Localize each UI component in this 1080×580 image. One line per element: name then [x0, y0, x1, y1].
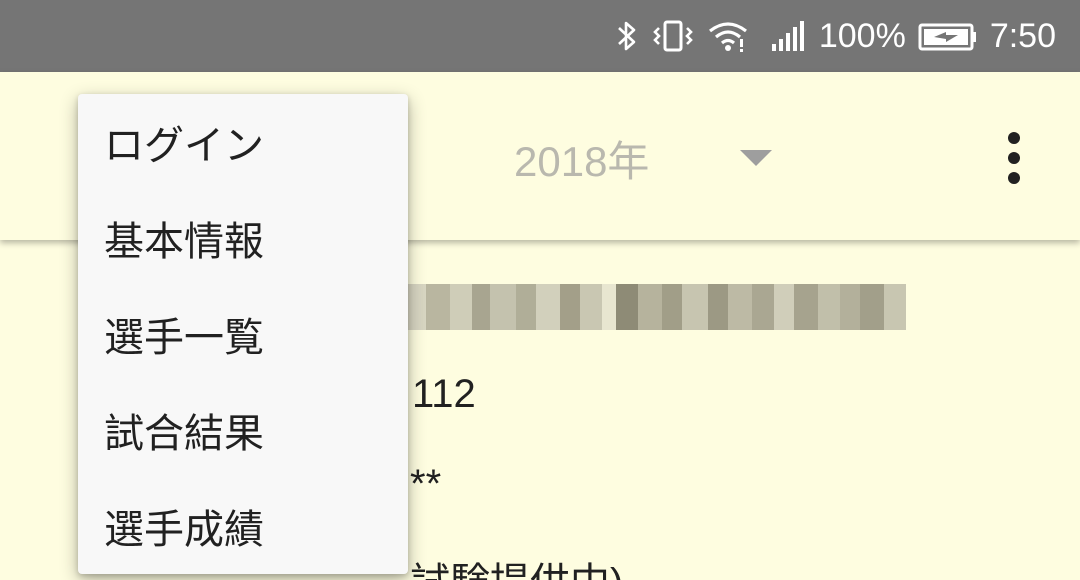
menu-item-player-stats[interactable]: 選手成績 [78, 478, 408, 574]
redacted-text [406, 284, 946, 330]
menu-item-label: 選手一覧 [104, 315, 264, 361]
more-vert-icon [1008, 132, 1020, 144]
battery-charging-icon [918, 19, 978, 53]
year-value: 2018年 [514, 137, 650, 185]
menu-item-player-list[interactable]: 選手一覧 [78, 286, 408, 382]
battery-percent: 100% [818, 16, 906, 55]
menu-item-match-results[interactable]: 試合結果 [78, 382, 408, 478]
more-vert-icon-dot [1008, 172, 1020, 184]
menu-item-label: ログイン [104, 123, 264, 169]
content-line-3: ** [410, 462, 442, 506]
vibrate-icon [651, 19, 695, 53]
menu-item-label: 試合結果 [104, 411, 264, 457]
year-spinner[interactable]: 2018年 [514, 130, 784, 186]
status-bar: 100% 7:50 [0, 0, 1080, 72]
screen: 100% 7:50 2018年 112 ** ログイン 基本情報 選手一覧 試合… [0, 0, 1080, 580]
wifi-icon [707, 19, 749, 53]
bluetooth-icon [615, 19, 639, 53]
menu-item-label: 選手成績 [104, 507, 264, 553]
content-line-4: 試験提供中) [410, 550, 623, 580]
overflow-menu-button[interactable] [990, 118, 1038, 198]
menu-item-label: 基本情報 [104, 219, 264, 265]
more-vert-icon-dot [1008, 152, 1020, 164]
status-icons: 100% 7:50 [615, 0, 1056, 72]
popup-menu: ログイン 基本情報 選手一覧 試合結果 選手成績 [78, 94, 408, 574]
cell-signal-icon [771, 19, 807, 53]
menu-item-basic-info[interactable]: 基本情報 [78, 190, 408, 286]
dropdown-arrow-icon [740, 150, 772, 166]
clock: 7:50 [989, 16, 1056, 55]
menu-item-login[interactable]: ログイン [78, 94, 408, 190]
content-line-2: 112 [412, 372, 476, 416]
